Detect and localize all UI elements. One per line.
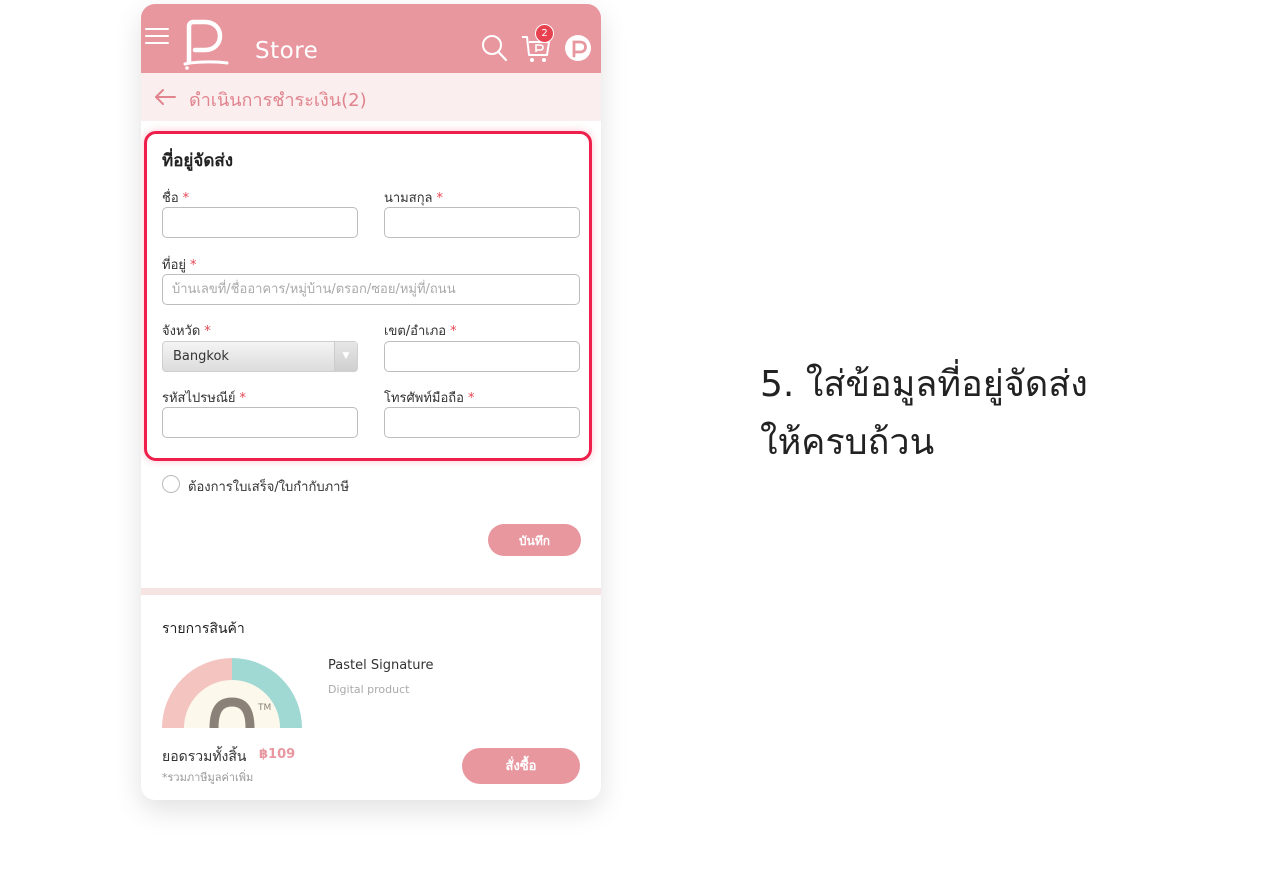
phone-field[interactable] <box>384 407 580 438</box>
section-divider <box>141 588 601 595</box>
back-arrow-icon[interactable] <box>153 85 177 109</box>
chevron-down-icon: ▼ <box>334 342 357 371</box>
address-field[interactable]: บ้านเลขที่/ชื่ออาคาร/หมู่บ้าน/ตรอก/ซอย/ห… <box>162 274 580 305</box>
total-label: ยอดรวมทั้งสิ้น <box>162 749 247 765</box>
product-name: Pastel Signature <box>328 658 434 673</box>
postcode-field[interactable] <box>162 407 358 438</box>
province-select[interactable]: Bangkok ▼ <box>162 341 358 372</box>
first-name-label: ชื่อ * <box>162 191 190 206</box>
phone-screen: Store 2 ดำเนินการชำระเงิน(2) ที่อยู่จัดส… <box>141 4 601 800</box>
last-name-field[interactable] <box>384 207 580 238</box>
address-label: ที่อยู่ * <box>162 258 197 273</box>
items-title: รายการสินค้า <box>162 621 245 637</box>
postcode-label: รหัสไปรษณีย์ * <box>162 391 247 406</box>
search-icon[interactable] <box>480 33 508 63</box>
first-name-field[interactable] <box>162 207 358 238</box>
top-bar: Store 2 <box>141 4 601 73</box>
district-field[interactable] <box>384 341 580 372</box>
vat-note: *รวมภาษีมูลค่าเพิ่ม <box>162 771 254 784</box>
invoice-radio[interactable] <box>162 475 180 493</box>
product-thumbnail: TM <box>162 658 302 728</box>
profile-icon[interactable] <box>564 34 592 62</box>
cart-count-badge: 2 <box>535 24 554 43</box>
province-label: จังหวัด * <box>162 324 211 339</box>
district-label: เขต/อำเภอ * <box>384 324 457 339</box>
last-name-label: นามสกุล * <box>384 191 444 206</box>
phone-label: โทรศัพท์มือถือ * <box>384 391 475 406</box>
pastel-logo[interactable] <box>183 18 229 70</box>
trademark-mark: TM <box>257 703 271 713</box>
checkout-subheader: ดำเนินการชำระเงิน(2) <box>141 73 601 121</box>
product-type: Digital product <box>328 683 410 696</box>
store-label: Store <box>255 38 319 64</box>
menu-icon[interactable] <box>145 28 169 46</box>
save-button[interactable]: บันทึก <box>488 524 581 556</box>
instruction-line-1: 5. ใส่ข้อมูลที่อยู่จัดส่ง <box>760 364 1088 405</box>
shipping-address-title: ที่อยู่จัดส่ง <box>162 151 234 171</box>
invoice-radio-label: ต้องการใบเสร็จ/ใบกำกับภาษี <box>188 480 350 495</box>
total-value: ฿109 <box>259 747 296 762</box>
instruction-text: 5. ใส่ข้อมูลที่อยู่จัดส่ง ให้ครบถ้วน <box>760 356 1088 472</box>
place-order-button[interactable]: สั่งซื้อ <box>462 748 580 784</box>
province-selected-value: Bangkok <box>173 349 229 364</box>
instruction-line-2: ให้ครบถ้วน <box>760 422 935 463</box>
page-title: ดำเนินการชำระเงิน(2) <box>189 90 367 111</box>
